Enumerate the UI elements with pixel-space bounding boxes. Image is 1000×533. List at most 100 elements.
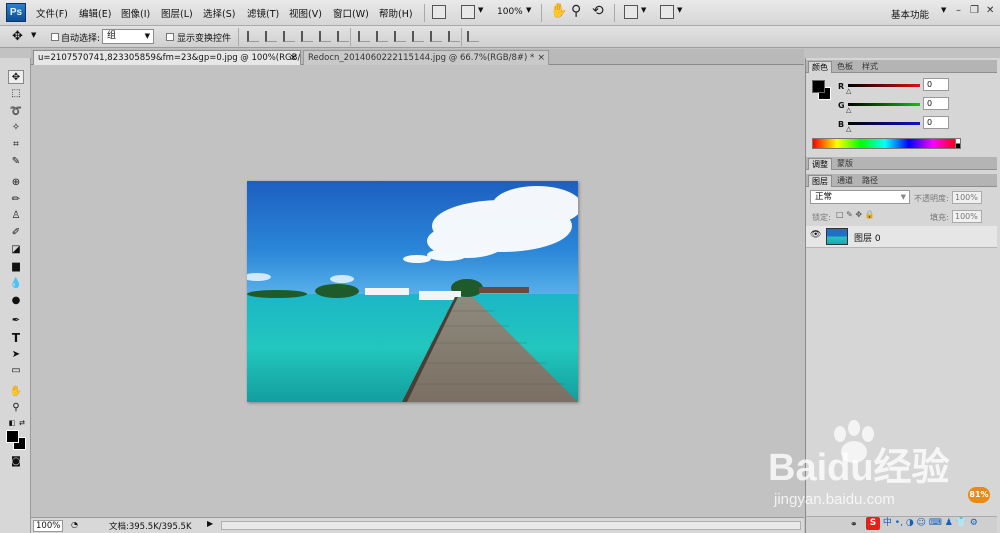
hand-tool-icon[interactable]: ✋	[550, 3, 567, 19]
tab-color[interactable]: 颜色	[808, 61, 832, 73]
menu-file[interactable]: 文件(F)	[36, 6, 68, 20]
lock-icons[interactable]: □ ✎ ✥ 🔒	[836, 210, 875, 219]
preview-icon[interactable]: ◔	[71, 520, 78, 529]
chevron-down-icon[interactable]: ▼	[478, 6, 483, 14]
rotate-view-icon[interactable]: ⟲	[592, 3, 604, 19]
tab-swatches[interactable]: 色板	[834, 61, 856, 73]
link-layers-icon[interactable]: ⚭	[850, 520, 858, 530]
menu-help[interactable]: 帮助(H)	[379, 6, 413, 20]
path-selection-tool-icon[interactable]: ➤	[8, 348, 24, 362]
slider-thumb-icon[interactable]: △	[846, 87, 851, 95]
history-brush-tool-icon[interactable]: ✐	[8, 226, 24, 240]
hand-tool-icon[interactable]: ✋	[8, 385, 24, 399]
healing-brush-tool-icon[interactable]: ⊕	[8, 176, 24, 190]
eye-icon[interactable]: 👁	[810, 230, 821, 240]
punctuation-icon[interactable]: •,	[895, 518, 903, 528]
auto-align-layers-icon[interactable]	[467, 31, 479, 42]
align-bottom-icon[interactable]	[283, 31, 295, 42]
menu-image[interactable]: 图像(I)	[121, 6, 150, 20]
menu-layer[interactable]: 图层(L)	[161, 6, 193, 20]
pen-tool-icon[interactable]: ✒	[8, 314, 24, 328]
crop-tool-icon[interactable]: ⌗	[8, 138, 24, 152]
magic-wand-tool-icon[interactable]: ✧	[8, 121, 24, 135]
align-vertical-center-icon[interactable]	[265, 31, 277, 42]
blend-mode-dropdown[interactable]: 正常 ▼	[810, 190, 910, 204]
distribute-hcenter-icon[interactable]	[430, 31, 442, 42]
sogou-ime-icon[interactable]: S	[866, 517, 880, 530]
channel-b-slider[interactable]	[848, 122, 920, 125]
channel-g-slider[interactable]	[848, 103, 920, 106]
opacity-field[interactable]: 100%	[952, 191, 982, 204]
lasso-tool-icon[interactable]: ➰	[8, 105, 24, 119]
slider-thumb-icon[interactable]: △	[846, 106, 851, 114]
chevron-down-icon[interactable]: ▼	[526, 6, 531, 14]
distribute-left-icon[interactable]	[412, 31, 424, 42]
tab-channels[interactable]: 通道	[834, 175, 856, 187]
align-right-icon[interactable]	[337, 31, 349, 42]
bridge-icon[interactable]	[432, 5, 446, 19]
document-tab-2[interactable]: Redocn_2014060222115144.jpg @ 66.7%(RGB/…	[303, 50, 549, 65]
distribute-top-icon[interactable]	[358, 31, 370, 42]
layer-name[interactable]: 图层 0	[854, 231, 881, 244]
chevron-down-icon[interactable]: ▼	[677, 6, 682, 14]
color-spectrum-bar[interactable]	[812, 138, 958, 149]
chevron-down-icon[interactable]: ▼	[641, 6, 646, 14]
close-icon[interactable]: ✕	[986, 5, 994, 16]
ime-mode-label[interactable]: 中	[883, 518, 892, 528]
foreground-color-swatch[interactable]	[6, 430, 19, 443]
tab-layers[interactable]: 图层	[808, 175, 832, 187]
clone-stamp-tool-icon[interactable]: ♙	[8, 209, 24, 223]
distribute-right-icon[interactable]	[448, 31, 460, 42]
distribute-vcenter-icon[interactable]	[376, 31, 388, 42]
menu-edit[interactable]: 编辑(E)	[79, 6, 111, 20]
menu-window[interactable]: 窗口(W)	[333, 6, 369, 20]
tab-styles[interactable]: 样式	[859, 61, 881, 73]
marquee-tool-icon[interactable]: ⬚	[8, 87, 24, 101]
tab-paths[interactable]: 路径	[859, 175, 881, 187]
horizontal-scrollbar[interactable]	[221, 521, 801, 530]
eyedropper-tool-icon[interactable]: ✎	[8, 155, 24, 169]
settings-icon[interactable]: ⚙	[970, 518, 978, 528]
menu-view[interactable]: 视图(V)	[289, 6, 322, 20]
arrange-documents-icon[interactable]	[624, 5, 638, 19]
half-width-icon[interactable]: ◑	[906, 518, 914, 528]
black-white-swatch[interactable]	[955, 138, 961, 149]
close-icon[interactable]: ×	[537, 51, 545, 65]
panel-foreground-swatch[interactable]	[812, 80, 825, 93]
dodge-tool-icon[interactable]: ●	[8, 294, 24, 308]
emoji-icon[interactable]: ☺	[917, 518, 926, 528]
brush-tool-icon[interactable]: ✏	[8, 193, 24, 207]
slider-thumb-icon[interactable]: △	[846, 125, 851, 133]
status-menu-icon[interactable]: ▶	[207, 519, 213, 528]
channel-b-value[interactable]: 0	[923, 116, 949, 129]
zoom-select[interactable]: 100%	[497, 7, 523, 17]
shirt-icon[interactable]: 👕	[956, 518, 967, 528]
auto-select-dropdown[interactable]: 组 ▼	[102, 29, 154, 44]
channel-r-value[interactable]: 0	[923, 78, 949, 91]
align-left-icon[interactable]	[301, 31, 313, 42]
chevron-down-icon[interactable]: ▼	[31, 31, 36, 39]
menu-filter[interactable]: 滤镜(T)	[247, 6, 279, 20]
screen-mode-icon[interactable]	[660, 5, 674, 19]
document-canvas[interactable]	[31, 65, 804, 517]
distribute-bottom-icon[interactable]	[394, 31, 406, 42]
align-horizontal-center-icon[interactable]	[319, 31, 331, 42]
type-tool-icon[interactable]: T	[8, 331, 24, 345]
shape-tool-icon[interactable]: ▭	[8, 364, 24, 378]
swap-colors-icon[interactable]: ⇄	[14, 416, 30, 430]
chevron-down-icon[interactable]: ▼	[941, 6, 946, 14]
document-tab-1[interactable]: u=2107570741,823305859&fm=23&gp=0.jpg @ …	[33, 50, 301, 65]
channel-g-value[interactable]: 0	[923, 97, 949, 110]
keyboard-icon[interactable]: ⌨	[929, 518, 942, 528]
workspace-switcher[interactable]: 基本功能	[891, 7, 929, 21]
zoom-tool-icon[interactable]: ⚲	[571, 3, 581, 19]
move-tool-preset-icon[interactable]: ✥	[12, 29, 23, 44]
tab-masks[interactable]: 蒙版	[834, 158, 856, 170]
close-icon[interactable]: ×	[289, 51, 297, 65]
fill-field[interactable]: 100%	[952, 210, 982, 223]
gradient-tool-icon[interactable]: ▆	[8, 260, 24, 274]
eraser-tool-icon[interactable]: ◪	[8, 243, 24, 257]
move-tool-icon[interactable]: ✥	[8, 70, 24, 84]
minimize-icon[interactable]: –	[956, 5, 961, 16]
extras-icon[interactable]	[461, 5, 475, 19]
